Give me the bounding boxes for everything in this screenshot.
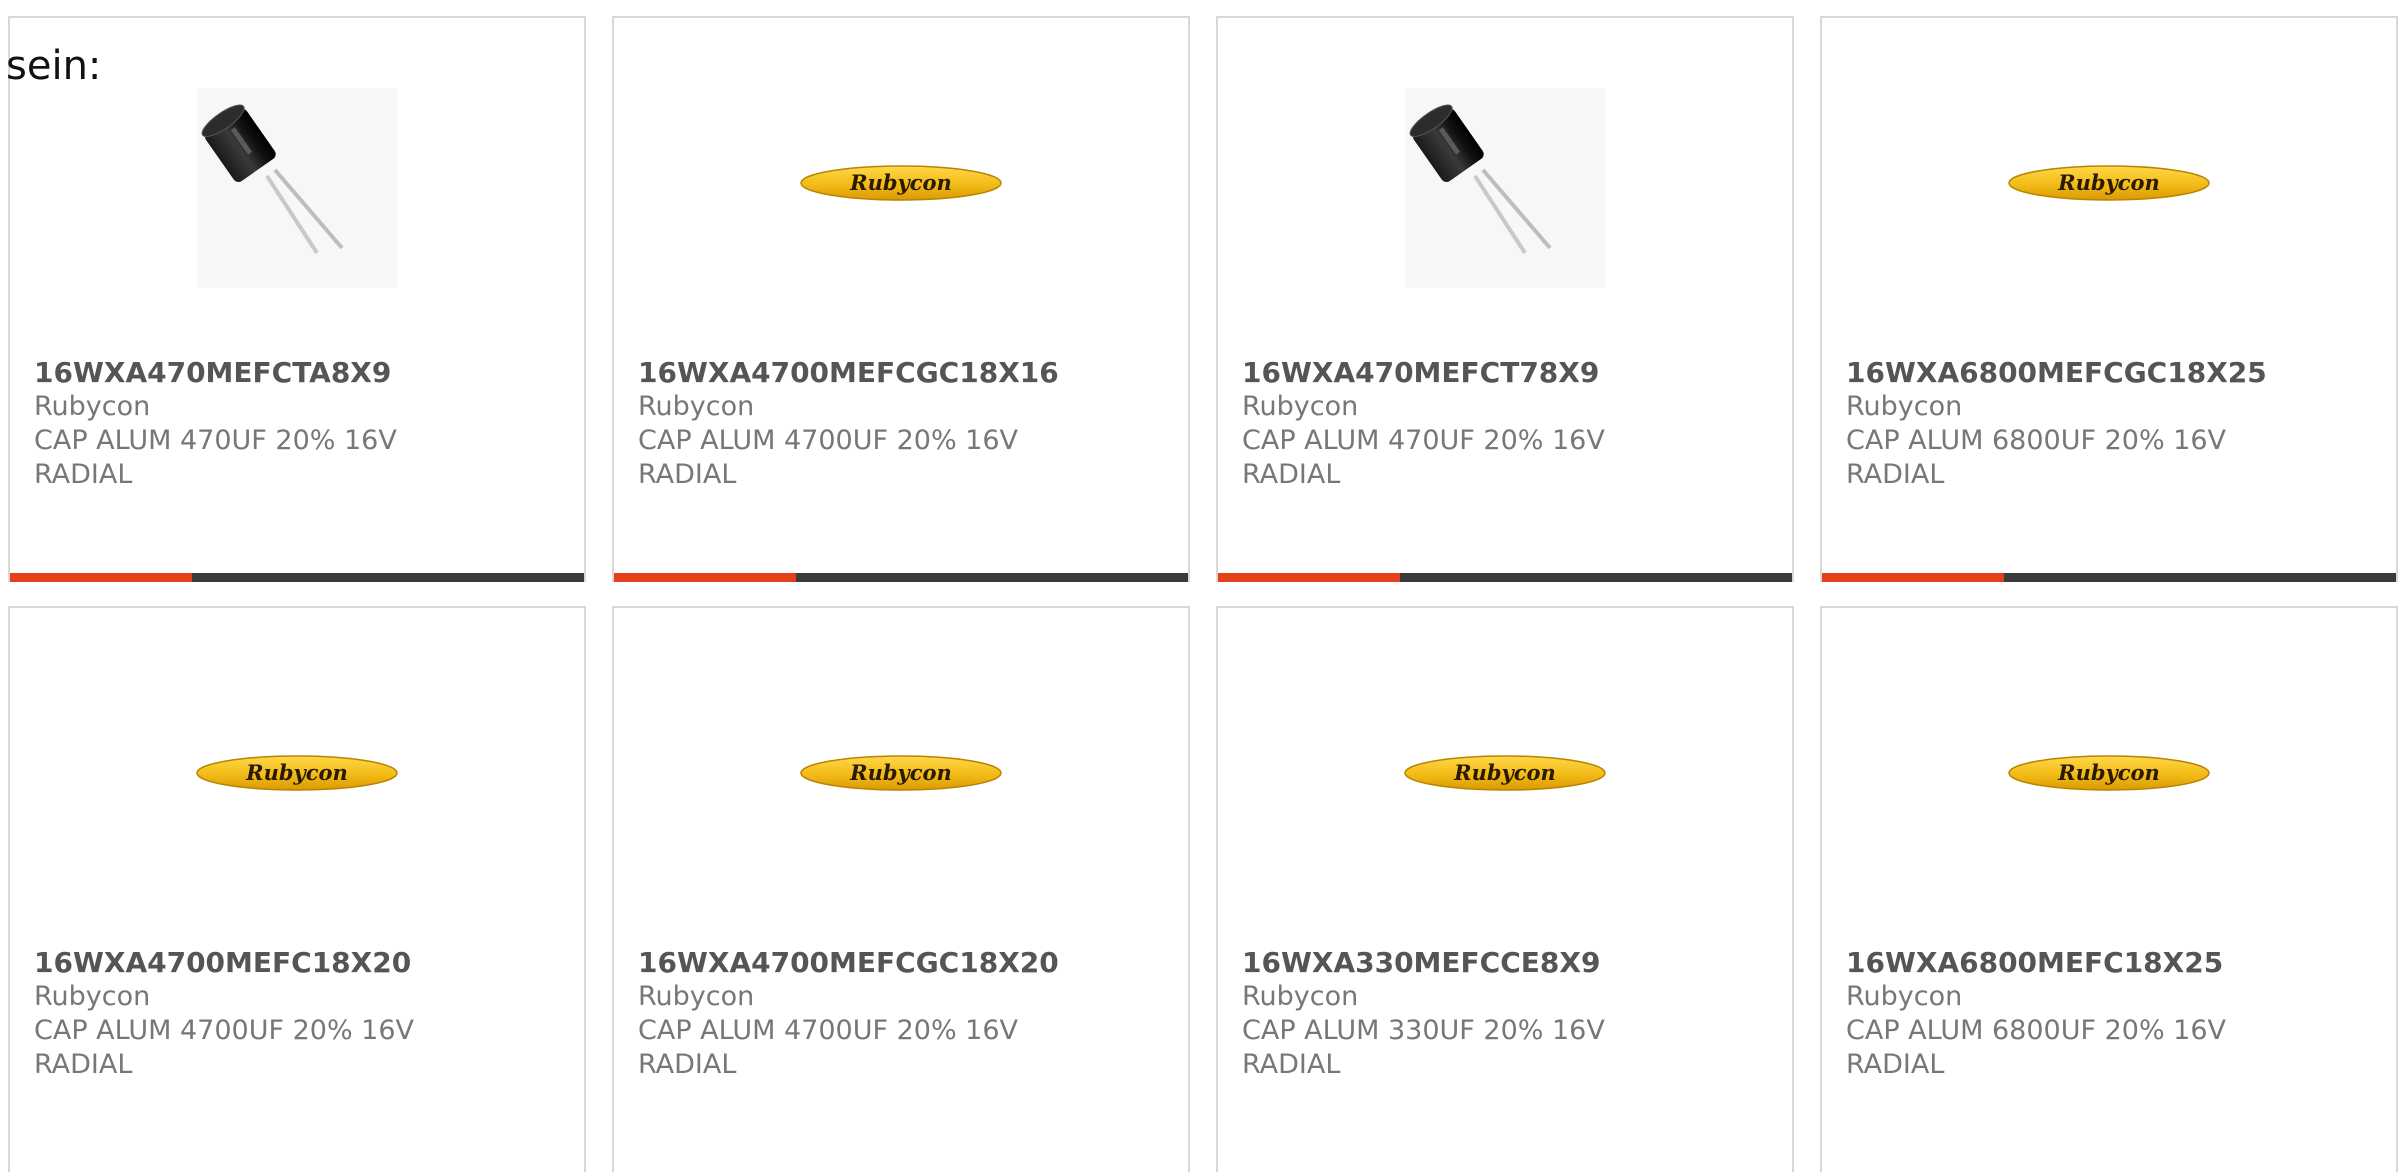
part-number[interactable]: 16WXA470MEFCT78X9 xyxy=(1242,356,1768,390)
manufacturer: Rubycon xyxy=(34,981,151,1012)
manufacturer: Rubycon xyxy=(1846,981,1963,1012)
product-card[interactable]: 16WXA470MEFCT78X9 Rubycon CAP ALUM 470UF… xyxy=(1216,16,1794,582)
description: CAP ALUM 6800UF 20% 16V RADIAL xyxy=(1846,1015,2227,1080)
manufacturer: Rubycon xyxy=(1242,391,1359,422)
card-accent-bar xyxy=(614,573,796,582)
card-bottom-bar xyxy=(1822,573,2396,582)
part-number[interactable]: 16WXA470MEFCTA8X9 xyxy=(34,356,560,390)
product-image[interactable]: Rubycon xyxy=(1822,18,2396,348)
manufacturer: Rubycon xyxy=(34,391,151,422)
rubycon-logo-icon: Rubycon xyxy=(800,755,1002,791)
description: CAP ALUM 470UF 20% 16V RADIAL xyxy=(34,425,397,490)
product-image[interactable]: Rubycon xyxy=(614,18,1188,348)
manufacturer: Rubycon xyxy=(638,391,755,422)
product-card[interactable]: Rubycon 16WXA4700MEFC18X20 Rubycon CAP A… xyxy=(8,606,586,1172)
card-accent-bar xyxy=(1218,573,1400,582)
capacitor-icon xyxy=(201,104,344,255)
manufacturer: Rubycon xyxy=(1846,391,1963,422)
part-number[interactable]: 16WXA4700MEFCGC18X16 xyxy=(638,356,1164,390)
product-image[interactable] xyxy=(10,88,584,288)
logo-text: Rubycon xyxy=(2057,760,2160,785)
product-card[interactable]: Rubycon 16WXA6800MEFCGC18X25 Rubycon CAP… xyxy=(1820,16,2398,582)
rubycon-logo-icon: Rubycon xyxy=(800,165,1002,201)
logo-text: Rubycon xyxy=(849,170,952,195)
logo-text: Rubycon xyxy=(2057,170,2160,195)
description: CAP ALUM 6800UF 20% 16V RADIAL xyxy=(1846,425,2227,490)
rubycon-logo-icon: Rubycon xyxy=(1404,755,1606,791)
card-bottom-bar xyxy=(10,573,584,582)
intro-text: sein: xyxy=(6,43,102,89)
part-number[interactable]: 16WXA4700MEFCGC18X20 xyxy=(638,946,1164,980)
description: CAP ALUM 4700UF 20% 16V RADIAL xyxy=(638,1015,1019,1080)
capacitor-photo xyxy=(1405,88,1605,288)
product-card[interactable]: Rubycon 16WXA330MEFCCE8X9 Rubycon CAP AL… xyxy=(1216,606,1794,1172)
part-number[interactable]: 16WXA4700MEFC18X20 xyxy=(34,946,560,980)
manufacturer: Rubycon xyxy=(638,981,755,1012)
product-image[interactable]: Rubycon xyxy=(1822,608,2396,938)
card-bottom-bar xyxy=(1218,573,1792,582)
product-card[interactable]: Rubycon 16WXA4700MEFCGC18X20 Rubycon CAP… xyxy=(612,606,1190,1172)
description: CAP ALUM 330UF 20% 16V RADIAL xyxy=(1242,1015,1605,1080)
description: CAP ALUM 4700UF 20% 16V RADIAL xyxy=(638,425,1019,490)
description: CAP ALUM 470UF 20% 16V RADIAL xyxy=(1242,425,1605,490)
logo-text: Rubycon xyxy=(849,760,952,785)
card-accent-bar xyxy=(10,573,192,582)
logo-text: Rubycon xyxy=(1453,760,1556,785)
rubycon-logo-icon: Rubycon xyxy=(2008,165,2210,201)
manufacturer: Rubycon xyxy=(1242,981,1359,1012)
product-image[interactable]: Rubycon xyxy=(614,608,1188,938)
product-card[interactable]: Rubycon 16WXA4700MEFCGC18X16 Rubycon CAP… xyxy=(612,16,1190,582)
description: CAP ALUM 4700UF 20% 16V RADIAL xyxy=(34,1015,415,1080)
logo-text: Rubycon xyxy=(245,760,348,785)
product-card[interactable]: 16WXA470MEFCTA8X9 Rubycon CAP ALUM 470UF… xyxy=(8,16,586,582)
part-number[interactable]: 16WXA6800MEFCGC18X25 xyxy=(1846,356,2372,390)
rubycon-logo-icon: Rubycon xyxy=(2008,755,2210,791)
capacitor-icon xyxy=(1409,104,1552,255)
part-number[interactable]: 16WXA6800MEFC18X25 xyxy=(1846,946,2372,980)
product-image[interactable] xyxy=(1218,88,1792,288)
part-number[interactable]: 16WXA330MEFCCE8X9 xyxy=(1242,946,1768,980)
card-bottom-bar xyxy=(614,573,1188,582)
capacitor-photo xyxy=(197,88,397,288)
card-accent-bar xyxy=(1822,573,2004,582)
rubycon-logo-icon: Rubycon xyxy=(196,755,398,791)
product-image[interactable]: Rubycon xyxy=(10,608,584,938)
product-image[interactable]: Rubycon xyxy=(1218,608,1792,938)
product-card[interactable]: Rubycon 16WXA6800MEFC18X25 Rubycon CAP A… xyxy=(1820,606,2398,1172)
